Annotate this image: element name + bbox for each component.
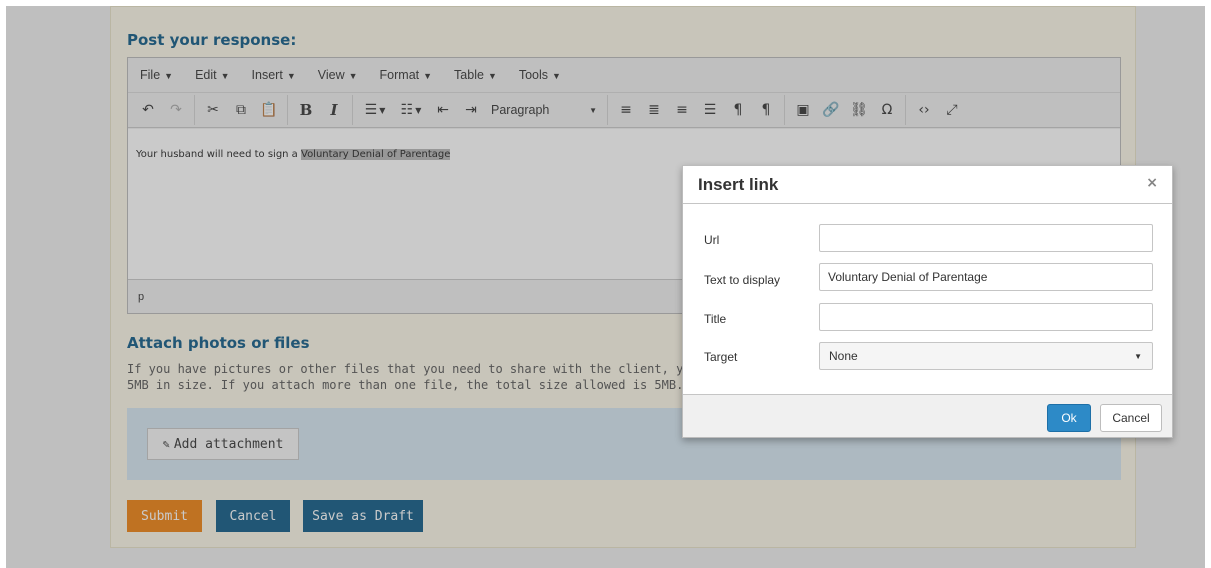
ok-button[interactable]: Ok xyxy=(1047,404,1091,432)
text-to-display-label: Text to display xyxy=(704,273,781,287)
title-input[interactable] xyxy=(819,303,1153,331)
insert-link-dialog: Insert link × Url Text to display Title … xyxy=(682,165,1173,438)
dialog-header: Insert link × xyxy=(683,166,1172,204)
url-label: Url xyxy=(704,233,720,247)
target-label: Target xyxy=(704,350,738,364)
dialog-cancel-button[interactable]: Cancel xyxy=(1100,404,1162,432)
title-label: Title xyxy=(704,312,727,326)
text-to-display-input[interactable] xyxy=(819,263,1153,291)
caret-down-icon: ▼ xyxy=(1134,351,1142,361)
dialog-footer: Ok Cancel xyxy=(683,394,1172,437)
close-icon[interactable]: × xyxy=(1146,175,1158,191)
url-input[interactable] xyxy=(819,224,1153,252)
dialog-title: Insert link xyxy=(698,175,779,194)
target-select[interactable]: None ▼ xyxy=(819,342,1153,370)
